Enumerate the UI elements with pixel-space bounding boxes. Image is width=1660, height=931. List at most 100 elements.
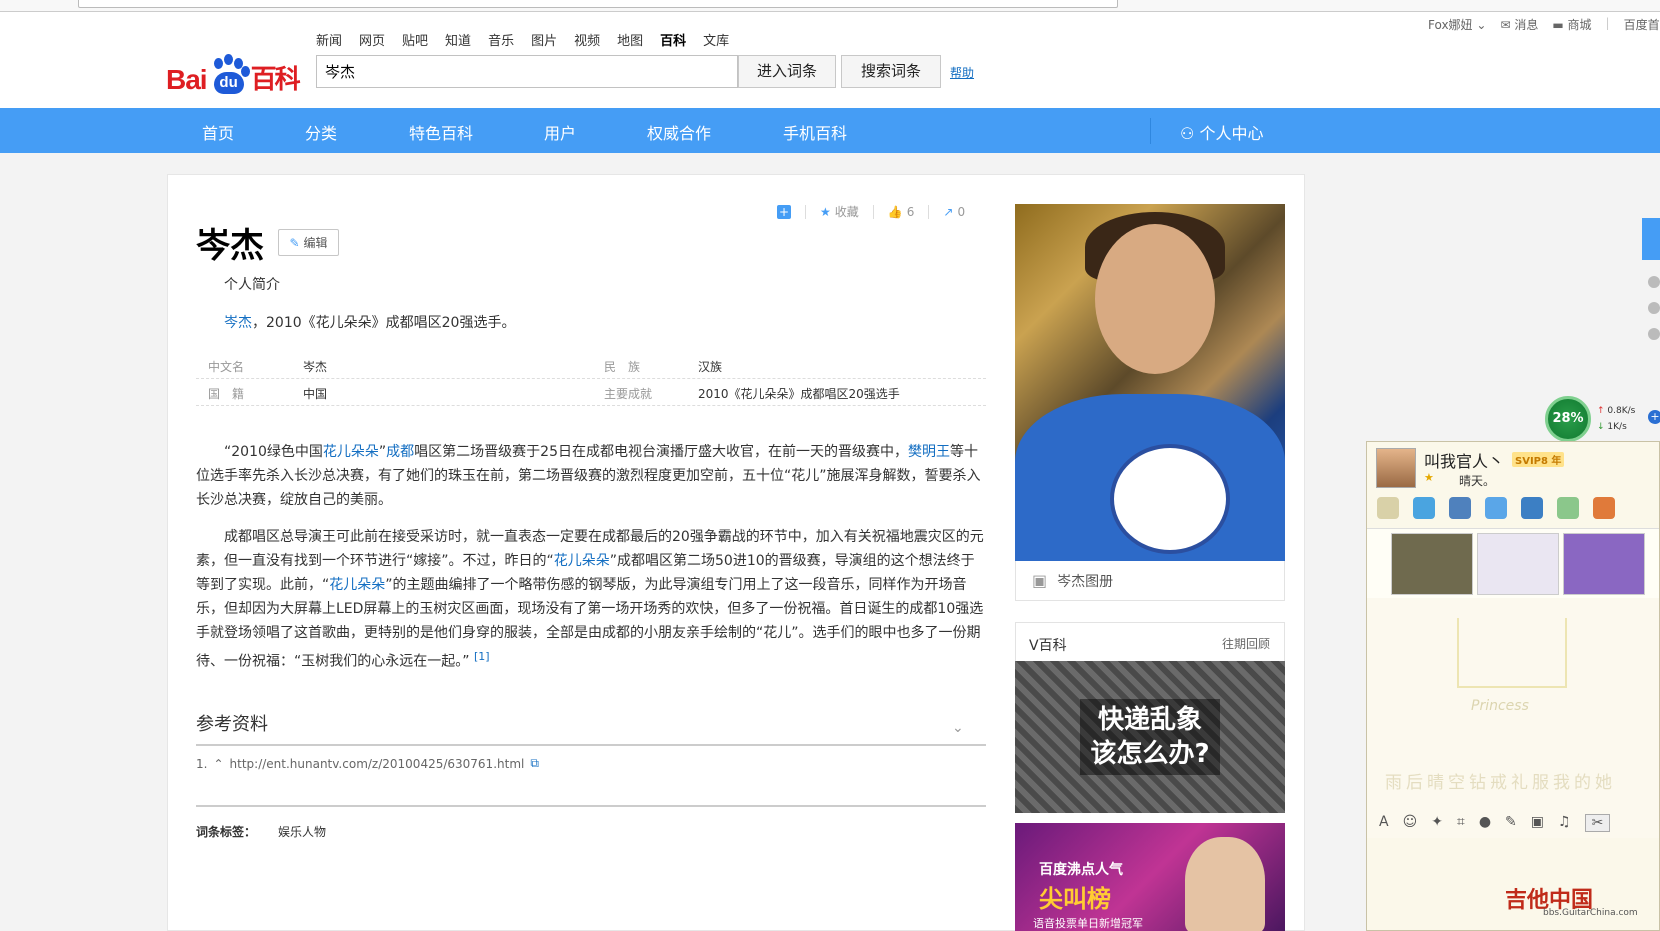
image-icon[interactable]: ▣ xyxy=(1531,814,1544,832)
plus-square-icon: + xyxy=(777,204,791,219)
share-button[interactable]: ↗ 0 xyxy=(943,205,965,219)
messages-link[interactable]: ✉ 消息 xyxy=(1500,16,1538,33)
topnav-zhidao[interactable]: 知道 xyxy=(445,30,471,49)
qq-chat-window: 叫我官人丶 SVIP8 年 ★ 晴天。 Princess 雨后晴空钻戒礼服我的她… xyxy=(1366,441,1660,931)
text-run: “2010绿色中国 xyxy=(224,444,323,460)
edit-icon[interactable]: ✎ xyxy=(1505,814,1517,832)
nav-featured[interactable]: 特色百科 xyxy=(409,120,473,144)
scissors-icon[interactable]: ✂ xyxy=(1584,814,1611,832)
like-count: 6 xyxy=(906,204,915,219)
link-chengdu[interactable]: 成都 xyxy=(386,444,414,460)
apps-grid-icon[interactable] xyxy=(1593,497,1615,519)
edit-label: 编辑 xyxy=(303,236,328,250)
favorite-button[interactable]: ★ 收藏 xyxy=(820,203,859,220)
topnav-web[interactable]: 网页 xyxy=(359,30,385,49)
topnav-news[interactable]: 新闻 xyxy=(316,30,342,49)
reference-url[interactable]: http://ent.hunantv.com/z/20100425/630761… xyxy=(230,757,525,771)
avatar[interactable] xyxy=(1376,448,1416,488)
info-key: 中文名 xyxy=(208,360,245,374)
topnav-baike[interactable]: 百科 xyxy=(660,30,686,49)
info-table: 中文名 岑杰 民 族 汉族 国 籍 中国 主要成就 2010《花儿朵朵》成都唱区… xyxy=(196,352,986,406)
article-tools: + ★ 收藏 👍 6 ↗ 0 xyxy=(777,203,965,220)
promo-line: 尖叫榜 xyxy=(1039,885,1111,913)
star-icon: ★ xyxy=(1424,471,1434,484)
topnav-music[interactable]: 音乐 xyxy=(488,30,514,49)
microphone-icon[interactable] xyxy=(1377,497,1399,519)
topnav-map[interactable]: 地图 xyxy=(617,30,643,49)
tag-link[interactable]: 娱乐人物 xyxy=(278,823,326,840)
vbaike-banner[interactable]: 快递乱象 该怎么办? xyxy=(1015,661,1285,813)
nav-users[interactable]: 用户 xyxy=(544,120,576,144)
divider xyxy=(196,744,986,746)
address-bar[interactable] xyxy=(78,0,1118,8)
username-link[interactable]: Fox娜妞 ⌄ xyxy=(1428,16,1486,33)
search-input[interactable] xyxy=(316,55,738,88)
external-link-icon[interactable]: ⧉ xyxy=(530,756,539,771)
emoji-icon[interactable]: ☺ xyxy=(1403,814,1418,832)
voice-icon[interactable]: ● xyxy=(1479,814,1491,832)
chat-thumbnail[interactable] xyxy=(1563,533,1645,595)
refresh-icon[interactable] xyxy=(1648,302,1660,314)
album-link[interactable]: ▣ 岑杰图册 xyxy=(1015,561,1285,601)
nav-authority[interactable]: 权威合作 xyxy=(647,120,711,144)
share-count: 0 xyxy=(957,204,966,219)
enter-entry-button[interactable]: 进入词条 xyxy=(738,55,836,88)
mail-icon: ✉ xyxy=(1500,18,1511,32)
nav-home[interactable]: 首页 xyxy=(202,120,234,144)
topnav-tieba[interactable]: 贴吧 xyxy=(402,30,428,49)
promo-banner[interactable]: 百度沸点人气 尖叫榜 语音投票单日新增冠军 xyxy=(1015,823,1285,931)
baidu-home-link[interactable]: 百度首 xyxy=(1624,16,1660,33)
add-button[interactable]: + xyxy=(777,204,791,219)
topnav-video[interactable]: 视频 xyxy=(574,30,600,49)
nav-category[interactable]: 分类 xyxy=(305,120,337,144)
video-icon[interactable] xyxy=(1413,497,1435,519)
link-person[interactable]: 樊明王 xyxy=(908,444,950,460)
star-icon[interactable] xyxy=(1648,276,1660,288)
add-icon[interactable] xyxy=(1557,497,1579,519)
edit-button[interactable]: ✎ 编辑 xyxy=(278,229,339,256)
chat-thumbnail[interactable] xyxy=(1477,533,1559,595)
background-text: 雨后晴空钻戒礼服我的她 xyxy=(1385,773,1616,793)
info-row: 国 籍 中国 主要成就 2010《花儿朵朵》成都唱区20强选手 xyxy=(196,379,986,406)
link-huaerduoduo[interactable]: 花儿朵朵 xyxy=(329,577,385,593)
screenshot-icon[interactable]: ⌗ xyxy=(1457,814,1465,832)
help-link[interactable]: 帮助 xyxy=(950,64,974,81)
upload-speed: ↑ 0.8K/s xyxy=(1597,406,1635,416)
app-icon[interactable] xyxy=(1449,497,1471,519)
file-transfer-icon[interactable] xyxy=(1485,497,1507,519)
shop-icon: ▬ xyxy=(1552,18,1564,32)
chat-contact-name: 叫我官人丶 xyxy=(1424,452,1505,471)
music-icon[interactable]: ♫ xyxy=(1558,814,1571,832)
nav-mobile[interactable]: 手机百科 xyxy=(783,120,847,144)
vbaike-header: V百科 往期回顾 xyxy=(1015,622,1285,662)
chevron-down-icon[interactable]: ⌄ xyxy=(952,720,964,736)
star-icon: ★ xyxy=(820,204,831,219)
shake-icon[interactable]: ✦ xyxy=(1431,814,1443,832)
entry-photo[interactable] xyxy=(1015,204,1285,561)
citation-link[interactable]: [1] xyxy=(474,650,490,663)
logo-text-du: du xyxy=(213,72,244,94)
link-huaerduoduo[interactable]: 花儿朵朵 xyxy=(554,553,610,569)
remote-desktop-icon[interactable] xyxy=(1521,497,1543,519)
mall-link[interactable]: ▬ 商城 xyxy=(1552,16,1591,33)
chat-icon[interactable] xyxy=(1648,328,1660,340)
text-run: 唱区第二场晋级赛于25日在成都电视台演播厅盛大收官，在前一天的晋级赛中， xyxy=(414,444,908,460)
nav-user-center[interactable]: ⚇ 个人中心 xyxy=(1180,120,1263,144)
link-huaerduoduo[interactable]: 花儿朵朵 xyxy=(323,444,379,460)
network-speed-widget[interactable]: 28% ↑ 0.8K/s ↓ 1K/s + xyxy=(1545,396,1660,442)
intro-link[interactable]: 岑杰 xyxy=(224,315,252,331)
plus-icon[interactable]: + xyxy=(1648,410,1660,424)
caret-up-icon[interactable]: ⌃ xyxy=(213,757,223,771)
like-button[interactable]: 👍 6 xyxy=(888,205,915,219)
download-speed: ↓ 1K/s xyxy=(1597,422,1627,432)
body-paragraph: 成都唱区总导演王可此前在接受采访时，就一直表态一定要在成都最后的20强争霸战的环… xyxy=(196,525,984,674)
baidu-baike-logo[interactable]: Bai du 百科 xyxy=(166,52,301,96)
topnav-images[interactable]: 图片 xyxy=(531,30,557,49)
topnav-wenku[interactable]: 文库 xyxy=(703,30,729,49)
font-icon[interactable]: A xyxy=(1379,814,1389,832)
chat-thumbnail[interactable] xyxy=(1391,533,1473,595)
share-icon: ↗ xyxy=(943,204,954,219)
side-feedback-tab[interactable] xyxy=(1642,218,1660,260)
vbaike-more-link[interactable]: 往期回顾 xyxy=(1222,635,1270,652)
search-entry-button[interactable]: 搜索词条 xyxy=(841,55,941,88)
